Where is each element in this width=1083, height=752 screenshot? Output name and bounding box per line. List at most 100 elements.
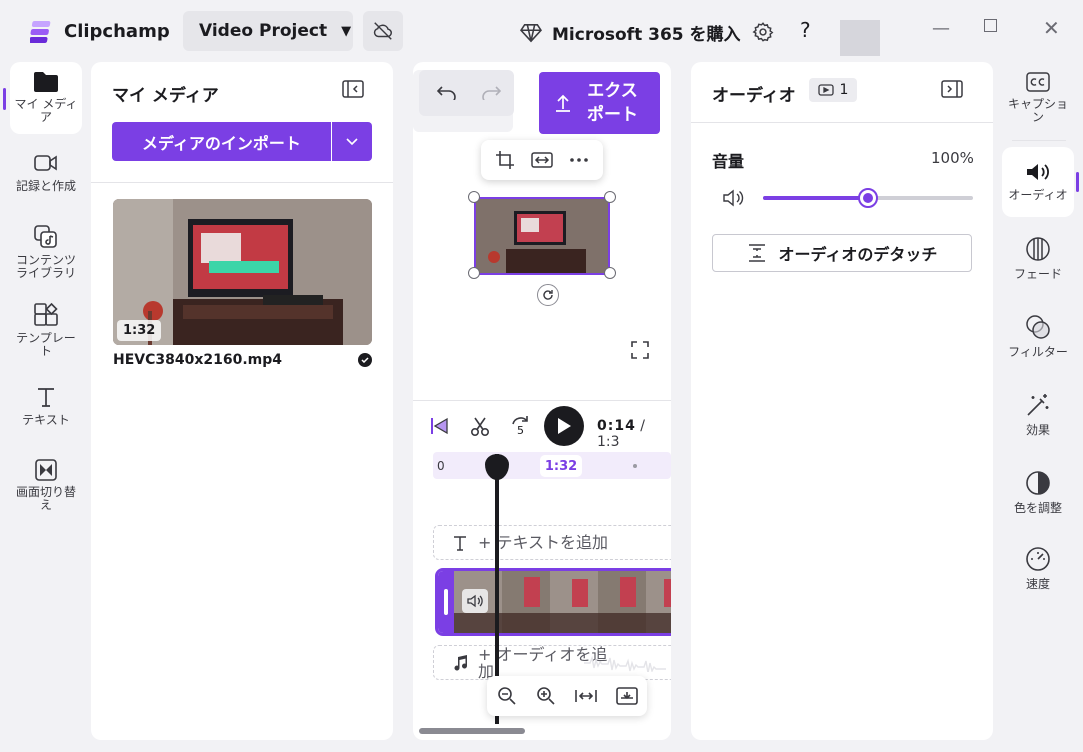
preview-panel: エクス ポート 5 0:14 / 1:3 0 1:32 + テキストを追加 + … (413, 62, 671, 740)
clip-trim-handle-left[interactable] (438, 571, 454, 633)
rail-item-effects[interactable]: 効果 (1002, 392, 1074, 442)
zoom-out-icon[interactable] (497, 686, 517, 706)
rail-label: オーディオ (1008, 188, 1068, 202)
text-icon (38, 388, 54, 407)
import-options-button[interactable] (332, 122, 372, 161)
cloud-sync-button[interactable] (363, 11, 403, 51)
redo-icon (482, 86, 501, 100)
preview-video-frame[interactable] (474, 197, 610, 275)
rail-item-speed[interactable]: 速度 (1002, 546, 1074, 596)
undo-icon (437, 86, 456, 100)
close-icon[interactable]: ✕ (1043, 16, 1060, 40)
rail-label: フィルター (1008, 345, 1068, 359)
panel-title: オーディオ (712, 86, 796, 106)
rail-item-record[interactable]: 記録と作成 (10, 152, 82, 208)
media-filename: HEVC3840x2160.mp4 (113, 352, 283, 368)
add-audio-track[interactable]: + オーディオを追加 (433, 645, 671, 680)
caret-down-icon: ▼ (341, 23, 352, 39)
buy-m365-button[interactable]: Microsoft 365 を購入 (520, 20, 741, 45)
split-clip-button[interactable] (469, 416, 491, 438)
crop-icon[interactable] (495, 150, 515, 170)
templates-icon (34, 302, 58, 326)
volume-slider-thumb[interactable] (858, 188, 878, 208)
time-display: 0:14 / 1:3 (597, 418, 671, 450)
resize-handle-tl[interactable] (468, 191, 480, 203)
project-title: Video Project (199, 21, 328, 41)
speaker-icon (723, 189, 744, 207)
skip-to-start-icon (431, 417, 448, 435)
help-button[interactable]: ? (800, 18, 811, 42)
export-label-line1: エクス (587, 81, 638, 101)
export-button[interactable]: エクス ポート (539, 72, 660, 134)
rail-label: 記録と作成 (15, 179, 76, 193)
minimize-icon[interactable]: — (932, 18, 950, 39)
avatar[interactable] (840, 20, 880, 56)
divider (1012, 140, 1066, 141)
undo-redo-bar (419, 70, 514, 116)
divider (413, 400, 671, 401)
speaker-icon (467, 594, 483, 608)
more-icon[interactable] (569, 157, 589, 163)
fit-width-icon[interactable] (531, 152, 553, 168)
ruler-tick (633, 464, 637, 468)
fit-timeline-icon[interactable] (574, 688, 597, 704)
rail-label: コンテンツ ライブラリ (15, 253, 76, 280)
collapse-panel-button[interactable] (342, 80, 364, 98)
project-title-dropdown[interactable]: Video Project ▼ (183, 11, 353, 51)
rail-item-transitions[interactable]: 画面切り替え (10, 458, 82, 518)
music-note-icon (454, 654, 467, 670)
rail-label: 色を調整 (1013, 501, 1062, 515)
rail-item-templates[interactable]: テンプレート (10, 302, 82, 358)
play-button[interactable] (544, 406, 584, 446)
timeline-view-icon[interactable] (615, 687, 638, 705)
collapse-properties-button[interactable] (941, 80, 963, 98)
upload-icon (556, 94, 570, 112)
library-icon (34, 225, 57, 248)
volume-slider-fill (763, 196, 868, 200)
zoom-in-icon[interactable] (536, 686, 556, 706)
preview-floating-toolbar (481, 140, 603, 180)
rotate-icon (543, 290, 553, 300)
redo-button[interactable] (481, 84, 501, 100)
resize-handle-bl[interactable] (468, 267, 480, 279)
rail-item-color-adjust[interactable]: 色を調整 (1002, 470, 1074, 520)
divider (691, 122, 993, 123)
rail-item-my-media[interactable]: マイ メディア (10, 62, 82, 134)
undo-button[interactable] (437, 84, 457, 100)
add-text-track[interactable]: + テキストを追加 (433, 525, 671, 560)
rail-label: マイ メディア (14, 97, 78, 124)
fade-icon (1026, 237, 1050, 261)
diamond-icon (520, 23, 542, 42)
clip-audio-toggle[interactable] (462, 589, 488, 613)
timeline-zoom-toolbar (487, 676, 647, 716)
speaker-icon (1027, 164, 1049, 180)
mute-button[interactable] (722, 188, 744, 208)
timeline-end-marker: 1:32 (540, 455, 582, 477)
volume-value: 100% (931, 149, 974, 167)
rail-item-filters[interactable]: フィルター (1002, 314, 1074, 364)
rotate-button[interactable] (537, 284, 559, 306)
collapse-right-icon (941, 80, 963, 98)
rail-item-captions[interactable]: キャプション (1002, 72, 1074, 132)
video-track-clip[interactable] (435, 568, 671, 636)
resize-handle-tr[interactable] (604, 191, 616, 203)
skip-label: 5 (517, 424, 524, 437)
settings-button[interactable] (750, 19, 776, 45)
rail-item-fade[interactable]: フェード (1002, 236, 1074, 286)
rail-item-audio[interactable]: オーディオ (1002, 147, 1074, 217)
clip-count-badge: 1 (809, 78, 857, 102)
detach-icon (748, 244, 765, 262)
speed-gauge-icon (1026, 547, 1050, 571)
timeline-horizontal-scrollbar[interactable] (419, 728, 525, 734)
split-start-button[interactable] (429, 416, 449, 436)
forward-5-button[interactable]: 5 (509, 414, 531, 438)
rail-item-content-library[interactable]: コンテンツ ライブラリ (10, 224, 82, 284)
resize-handle-br[interactable] (604, 267, 616, 279)
play-icon (558, 418, 571, 434)
maximize-icon[interactable] (984, 19, 997, 32)
fullscreen-button[interactable] (631, 341, 649, 359)
detach-audio-button[interactable]: オーディオのデタッチ (712, 234, 972, 272)
import-media-button[interactable]: メディアのインポート (112, 122, 331, 161)
rail-item-text[interactable]: テキスト (10, 386, 82, 432)
right-rail-active-indicator (1076, 172, 1079, 192)
